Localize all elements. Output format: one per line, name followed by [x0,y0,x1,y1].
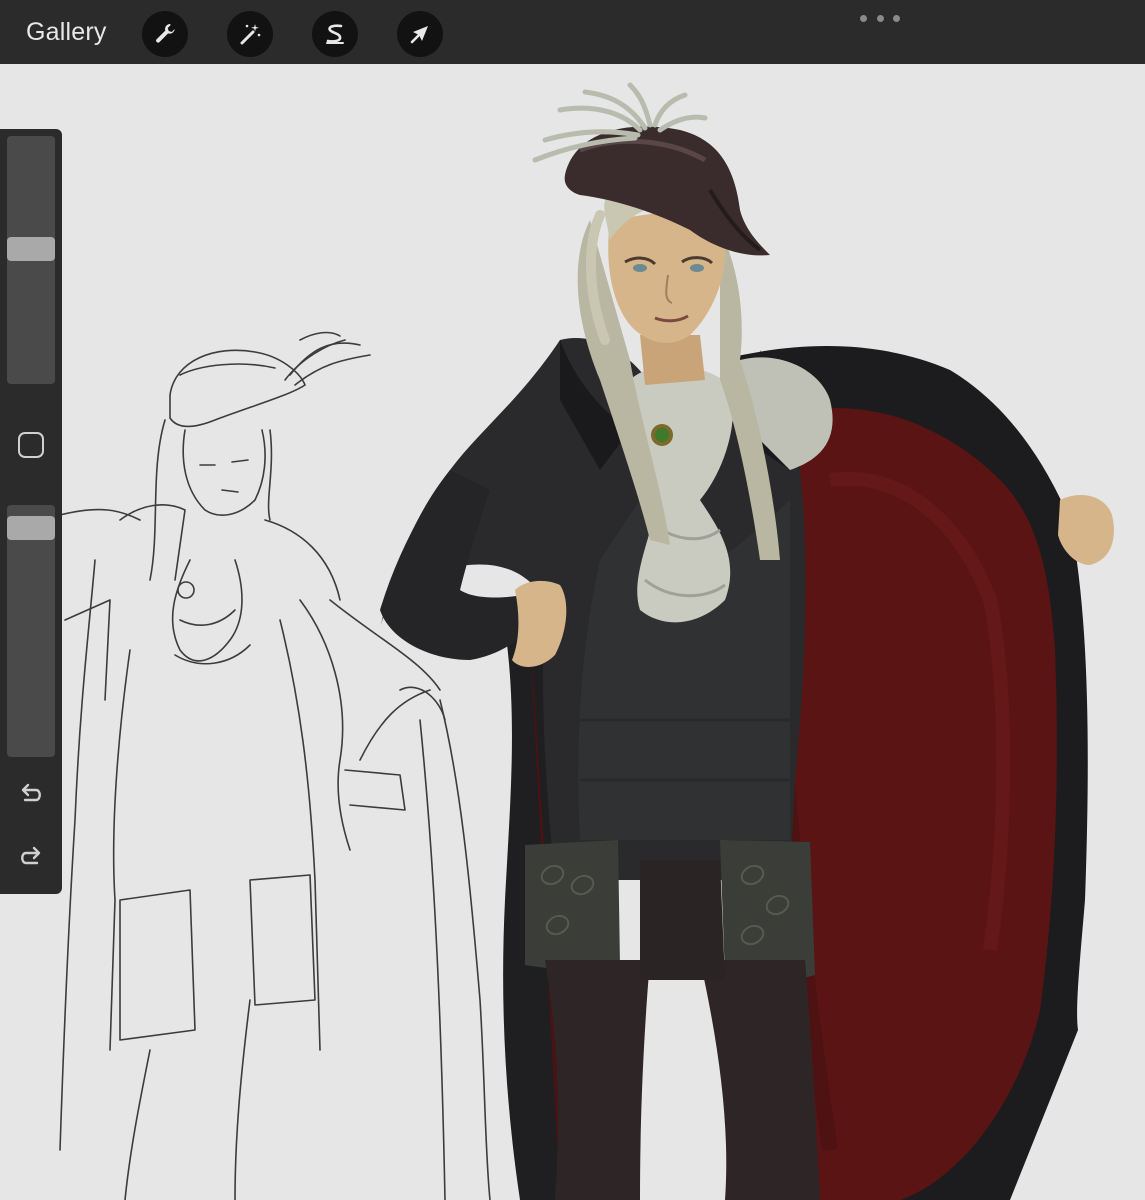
brush-size-slider[interactable] [7,136,55,384]
ellipsis-icon [860,14,867,22]
painted-figure [380,82,1114,1200]
selection-button[interactable] [312,11,358,57]
opacity-slider[interactable] [7,505,55,757]
wrench-icon [156,24,175,43]
arrow-cursor-icon [410,26,428,44]
brush-sidebar [0,129,62,894]
gallery-button[interactable]: Gallery [26,16,107,48]
modify-button[interactable] [11,425,51,465]
undo-icon [21,783,41,802]
magic-wand-icon [240,24,261,45]
top-toolbar: Gallery [0,0,1145,64]
actions-button[interactable] [142,11,188,57]
redo-button[interactable] [11,837,51,877]
transform-button[interactable] [397,11,443,57]
artwork [59,82,1114,1200]
adjustments-button[interactable] [227,11,273,57]
redo-icon [21,846,41,865]
square-icon [18,432,44,458]
pencil-sketch [59,331,491,1200]
selection-s-icon [326,24,344,44]
opacity-thumb[interactable] [7,516,55,540]
drawing-canvas[interactable] [0,64,1145,1200]
brush-size-thumb[interactable] [7,237,55,261]
more-options-button[interactable] [860,8,900,28]
undo-button[interactable] [11,774,51,814]
